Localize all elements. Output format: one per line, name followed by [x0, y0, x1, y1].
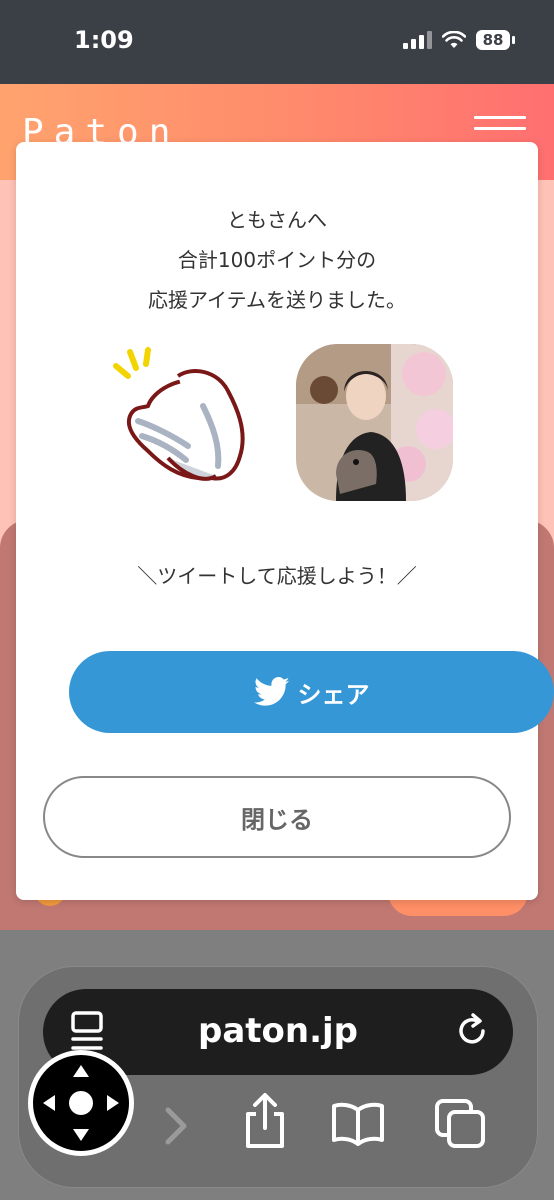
message-line-1: ともさんへ [227, 208, 327, 232]
status-time: 1:09 [74, 26, 134, 54]
twitter-share-button[interactable]: シェア [69, 651, 554, 733]
status-icons: 88 [403, 30, 515, 50]
message-line-3: 応援アイテムを送りました。 [148, 288, 406, 312]
close-button[interactable]: 閉じる [43, 776, 511, 858]
assistive-touch-button[interactable] [28, 1050, 134, 1156]
cellular-signal-icon [403, 31, 432, 49]
message-line-2: 合計100ポイント分の [177, 248, 377, 272]
recipient-avatar [296, 344, 453, 501]
battery-level: 88 [482, 31, 504, 49]
battery-icon: 88 [476, 30, 515, 50]
clapping-hands-icon [113, 347, 245, 481]
directional-pad-icon [43, 1065, 119, 1141]
twitter-bird-icon [253, 677, 289, 706]
modal-message: ともさんへ 合計100ポイント分の 応援アイテムを送りました。 [16, 200, 538, 320]
bookmarks-icon[interactable] [330, 1100, 386, 1146]
share-button-label: シェア [297, 680, 370, 709]
reload-icon[interactable] [453, 1011, 493, 1051]
forward-icon[interactable] [160, 1104, 190, 1148]
status-bar: 1:09 88 [0, 0, 554, 84]
tabs-overview-icon[interactable] [434, 1098, 486, 1148]
share-icon[interactable] [242, 1092, 288, 1152]
close-button-label: 閉じる [241, 805, 313, 834]
wifi-icon [442, 31, 466, 48]
url-text: paton.jp [197, 1011, 358, 1051]
avatar-photo [296, 344, 453, 501]
menu-icon[interactable] [474, 116, 526, 136]
tweet-prompt: ＼ツイートして応援しよう！／ [137, 564, 417, 588]
